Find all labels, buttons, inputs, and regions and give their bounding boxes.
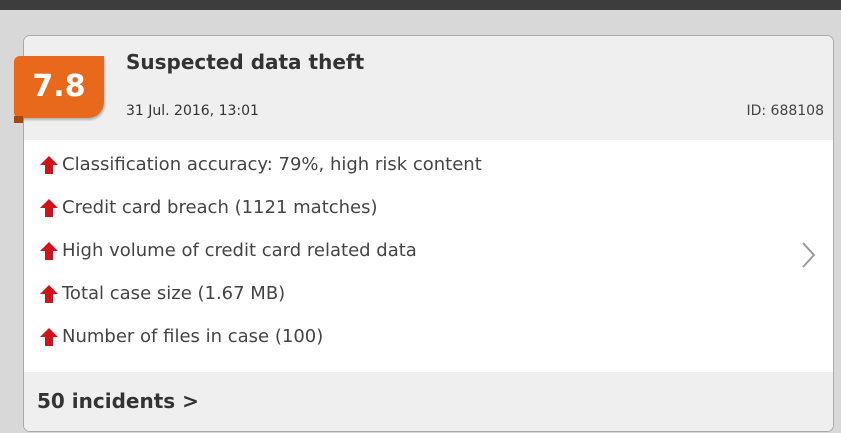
chevron-right-icon[interactable] [800,240,816,270]
risk-reason-item: Classification accuracy: 79%, high risk … [38,154,482,197]
risk-reason-label: High volume of credit card related data [62,240,417,261]
risk-reason-item: Total case size (1.67 MB) [38,283,482,326]
risk-reasons-list: Classification accuracy: 79%, high risk … [38,154,482,369]
risk-reason-label: Number of files in case (100) [62,326,324,347]
risk-reason-item: Credit card breach (1121 matches) [38,197,482,240]
incidents-link[interactable]: 50 incidents > [37,389,199,413]
alert-title: Suspected data theft [126,50,365,74]
risk-reason-label: Classification accuracy: 79%, high risk … [62,154,482,175]
arrow-up-icon [40,199,58,217]
top-bar [0,0,841,10]
arrow-up-icon [40,285,58,303]
risk-reason-item: Number of files in case (100) [38,326,482,369]
alert-date: 31 Jul. 2016, 13:01 [126,103,259,119]
arrow-up-icon [40,328,58,346]
risk-reason-item: High volume of credit card related data [38,240,482,283]
risk-reason-label: Credit card breach (1121 matches) [62,197,378,218]
arrow-up-icon [40,156,58,174]
risk-reason-label: Total case size (1.67 MB) [62,283,286,304]
arrow-up-icon [40,242,58,260]
risk-score-value: 7.8 [32,69,86,104]
alert-id: ID: 688108 [746,103,824,119]
risk-score-badge: 7.8 [14,56,104,123]
